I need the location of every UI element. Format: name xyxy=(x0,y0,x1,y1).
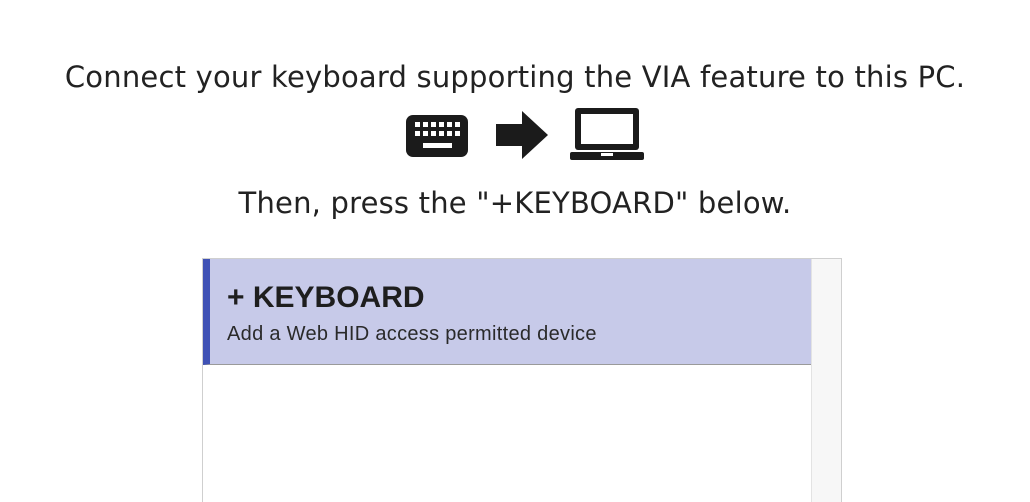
laptop-icon xyxy=(570,108,644,160)
connect-instruction: Connect your keyboard supporting the VIA… xyxy=(64,60,966,94)
add-keyboard-subtitle: Add a Web HID access permitted device xyxy=(227,323,597,345)
press-instruction: Then, press the "+KEYBOARD" below. xyxy=(238,186,792,220)
list-scrollbar[interactable] xyxy=(811,259,841,502)
add-keyboard-button[interactable]: + KEYBOARD Add a Web HID access permitte… xyxy=(203,259,811,365)
arrow-right-icon xyxy=(496,111,548,159)
keyboard-icon xyxy=(406,115,468,157)
connection-illustration xyxy=(0,107,1030,161)
add-keyboard-title: + KEYBOARD xyxy=(227,281,425,314)
connect-keyboard-page: Connect your keyboard supporting the VIA… xyxy=(0,0,1030,502)
device-list: + KEYBOARD Add a Web HID access permitte… xyxy=(202,258,842,502)
